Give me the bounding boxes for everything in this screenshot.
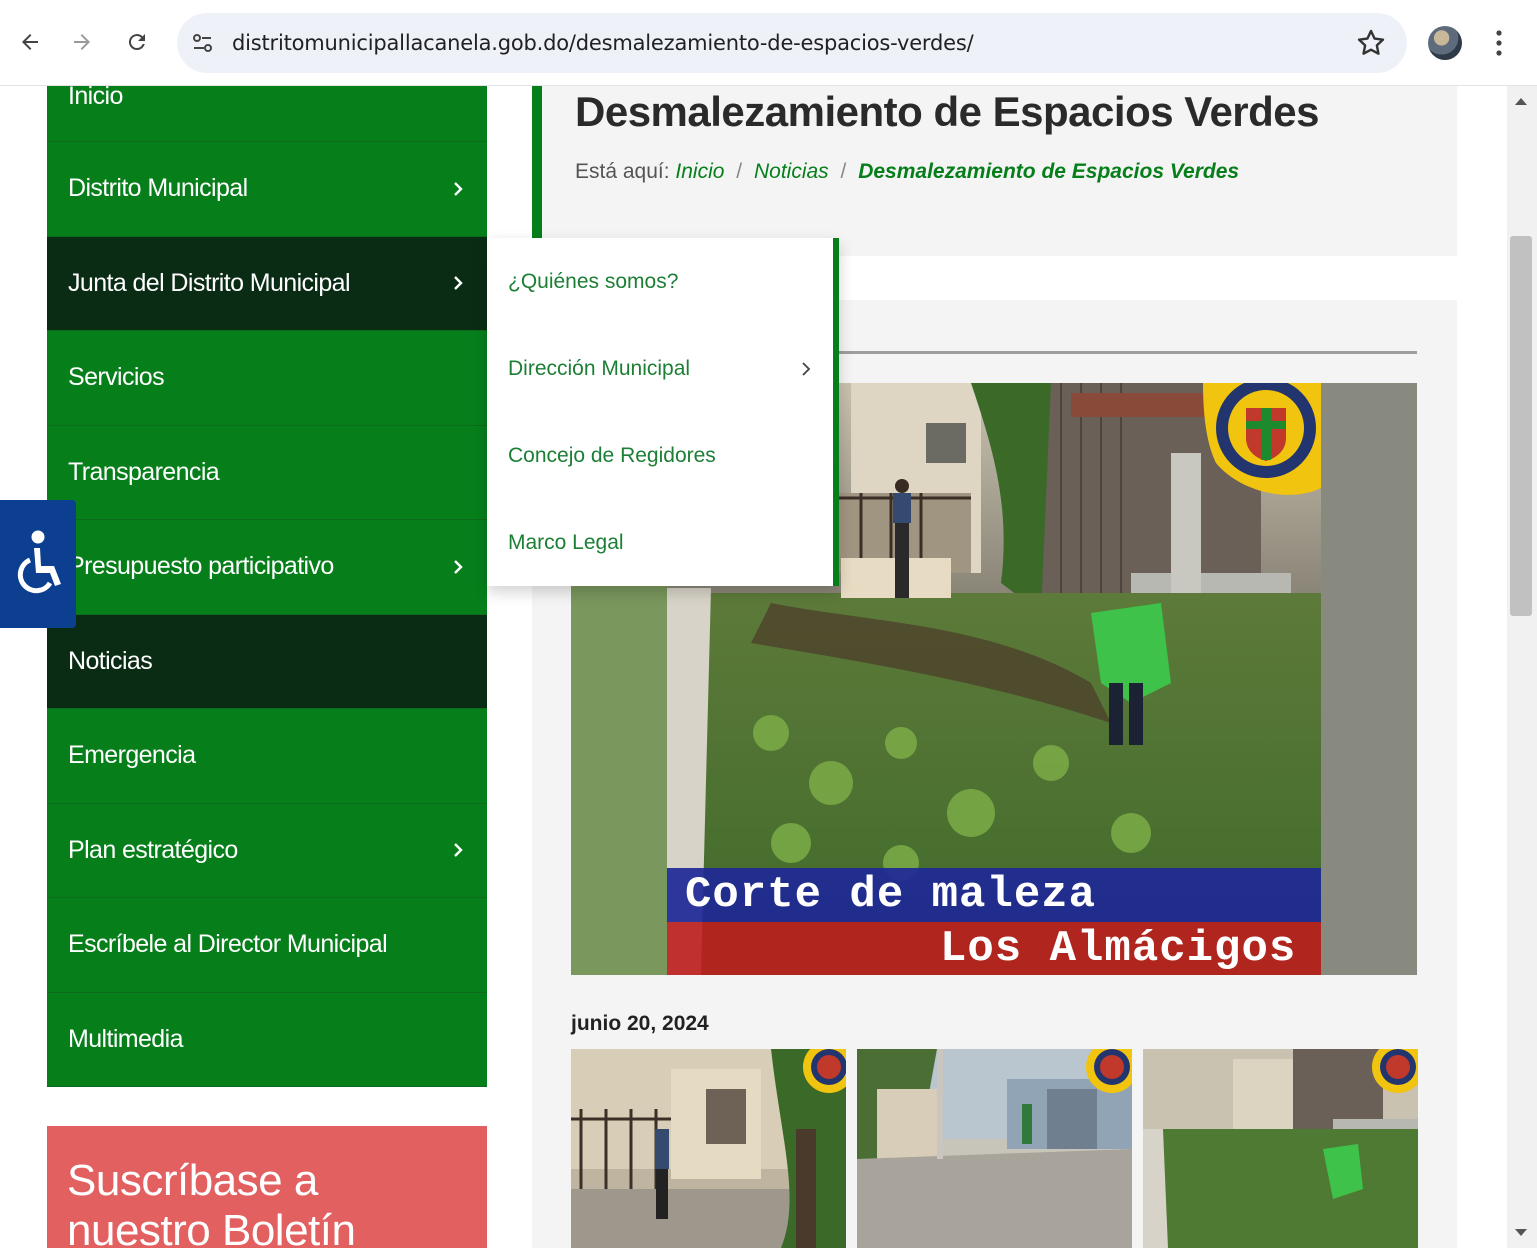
forward-button[interactable] [62, 22, 102, 62]
menu-item-label: Multimedia [68, 1024, 183, 1053]
hero-caption-line1: Corte de maleza [685, 870, 1097, 920]
star-icon[interactable] [1355, 27, 1387, 59]
menu-item-label: Plan estratégico [68, 835, 238, 864]
breadcrumb-prefix: Está aquí: [575, 160, 670, 183]
tune-icon[interactable] [189, 29, 217, 57]
submenu-item-label: Concejo de Regidores [508, 443, 716, 467]
gallery-thumbnail[interactable] [857, 1049, 1132, 1248]
page-title: Desmalezamiento de Espacios Verdes [575, 88, 1320, 135]
url-text[interactable]: distritomunicipallacanela.gob.do/desmale… [232, 31, 974, 55]
browser-toolbar: distritomunicipallacanela.gob.do/desmale… [0, 0, 1537, 86]
menu-item-emergencia[interactable]: Emergencia [47, 709, 487, 804]
menu-item-label: Emergencia [68, 741, 196, 770]
menu-item-label: Transparencia [68, 457, 220, 486]
hero-caption-line2: Los Almácigos [940, 924, 1297, 974]
kebab-menu-icon[interactable] [1486, 26, 1512, 60]
scroll-up-arrow-icon[interactable] [1515, 98, 1527, 105]
newsletter-title-line1: Suscríbase a [67, 1156, 318, 1205]
newsletter-subscribe-box: Suscríbase a nuestro Boletín [47, 1126, 487, 1248]
menu-item-transparencia[interactable]: Transparencia [47, 425, 487, 520]
menu-item-inicio[interactable]: Inicio [47, 82, 487, 142]
arrow-right-icon [74, 34, 90, 50]
breadcrumb-link-noticias[interactable]: Noticias [754, 160, 829, 183]
post-date: junio 20, 2024 [571, 1012, 709, 1035]
menu-item-escribele-al-director[interactable]: Escríbele al Director Municipal [47, 898, 487, 993]
menu-item-distrito-municipal[interactable]: Distrito Municipal [47, 142, 487, 237]
chevron-right-icon [454, 276, 463, 291]
submenu-item-marco-legal[interactable]: Marco Legal [487, 499, 833, 586]
submenu-item-label: Marco Legal [508, 530, 624, 554]
main-menu: Inicio Distrito Municipal Junta del Dist… [47, 82, 487, 1087]
scrollbar-thumb[interactable] [1510, 236, 1532, 616]
back-button[interactable] [10, 22, 50, 62]
breadcrumb: Está aquí: Inicio / Noticias / Desmaleza… [575, 160, 1239, 184]
address-bar[interactable]: distritomunicipallacanela.gob.do/desmale… [177, 13, 1407, 73]
submenu-item-quienes-somos[interactable]: ¿Quiénes somos? [487, 238, 833, 325]
menu-item-label: Servicios [68, 363, 165, 392]
submenu-item-label: ¿Quiénes somos? [508, 269, 679, 293]
menu-item-plan-estrategico[interactable]: Plan estratégico [47, 803, 487, 898]
profile-avatar[interactable] [1428, 26, 1462, 60]
reload-button[interactable] [117, 22, 157, 62]
menu-item-label: Noticias [68, 646, 153, 675]
menu-item-label: Escríbele al Director Municipal [68, 930, 388, 959]
chevron-right-icon [454, 559, 463, 574]
submenu-junta-del-distrito: ¿Quiénes somos? Dirección Municipal Conc… [487, 238, 839, 586]
breadcrumb-link-inicio[interactable]: Inicio [675, 160, 724, 183]
submenu-item-direccion-municipal[interactable]: Dirección Municipal [487, 325, 833, 412]
chevron-right-icon [454, 843, 463, 858]
breadcrumb-current: Desmalezamiento de Espacios Verdes [858, 160, 1240, 183]
submenu-item-concejo-de-regidores[interactable]: Concejo de Regidores [487, 412, 833, 499]
menu-item-junta-del-distrito[interactable]: Junta del Distrito Municipal [47, 236, 487, 331]
breadcrumb-separator: / [736, 160, 743, 183]
submenu-item-label: Dirección Municipal [508, 356, 691, 380]
page-scrollbar[interactable] [1507, 86, 1537, 1248]
menu-item-multimedia[interactable]: Multimedia [47, 992, 487, 1087]
wheelchair-icon [17, 530, 61, 594]
menu-item-label: Distrito Municipal [68, 174, 248, 203]
menu-item-label: Junta del Distrito Municipal [68, 268, 351, 297]
menu-item-servicios[interactable]: Servicios [47, 331, 487, 426]
scroll-down-arrow-icon[interactable] [1515, 1229, 1527, 1236]
gallery-thumbnail[interactable] [571, 1049, 846, 1248]
menu-item-presupuesto-participativo[interactable]: Presupuesto participativo [47, 520, 487, 615]
menu-item-label: Presupuesto participativo [68, 552, 334, 581]
breadcrumb-separator: / [840, 160, 847, 183]
menu-item-noticias[interactable]: Noticias [47, 614, 487, 709]
arrow-left-icon [22, 34, 38, 50]
reload-icon [128, 34, 145, 51]
gallery-thumbnail[interactable] [1143, 1049, 1418, 1248]
accessibility-button[interactable] [0, 500, 76, 628]
chevron-right-icon [454, 181, 463, 196]
menu-item-label: Inicio [68, 82, 123, 110]
newsletter-title-line2: nuestro Boletín [67, 1206, 356, 1248]
chevron-right-icon [802, 361, 811, 376]
